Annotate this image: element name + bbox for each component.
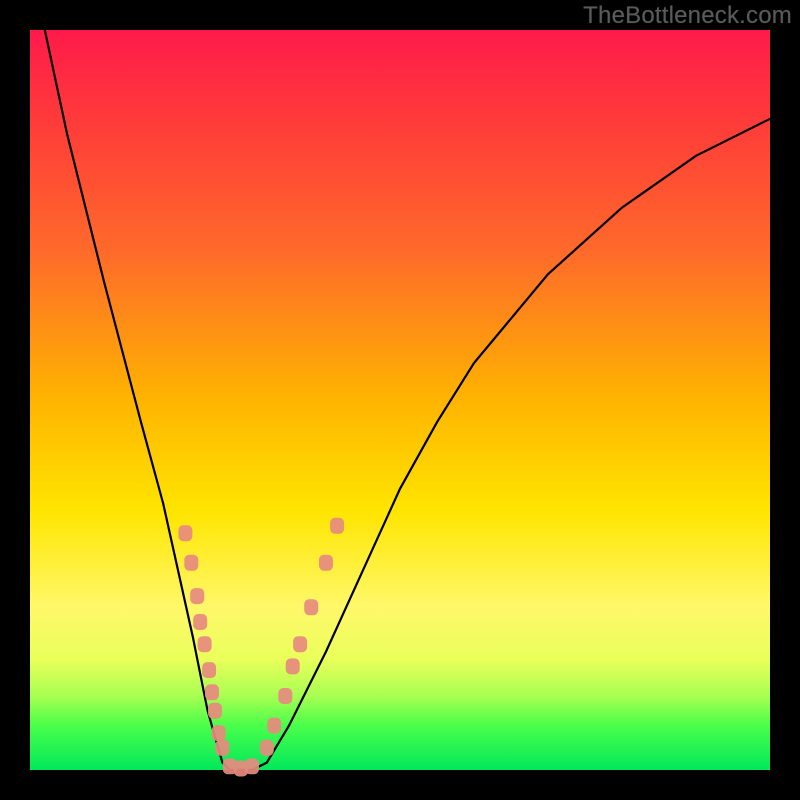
marker-point bbox=[293, 636, 307, 652]
marker-point bbox=[178, 525, 192, 541]
marker-point bbox=[330, 518, 344, 534]
marker-point bbox=[202, 662, 216, 678]
bottleneck-curve-path bbox=[45, 30, 770, 770]
curve-svg bbox=[30, 30, 770, 770]
marker-point bbox=[212, 725, 226, 741]
marker-point bbox=[184, 555, 198, 571]
marker-point bbox=[190, 588, 204, 604]
marker-point bbox=[208, 703, 222, 719]
marker-point bbox=[267, 718, 281, 734]
marker-point bbox=[215, 740, 229, 756]
marker-point bbox=[319, 555, 333, 571]
marker-point bbox=[278, 688, 292, 704]
marker-point bbox=[260, 740, 274, 756]
marker-point bbox=[245, 758, 259, 774]
marker-point bbox=[304, 599, 318, 615]
marker-point bbox=[193, 614, 207, 630]
plot-area bbox=[30, 30, 770, 770]
marker-point bbox=[198, 636, 212, 652]
marker-point bbox=[286, 658, 300, 674]
watermark-text: TheBottleneck.com bbox=[583, 2, 792, 30]
chart-frame: TheBottleneck.com bbox=[0, 0, 800, 800]
marker-point bbox=[205, 684, 219, 700]
curve-markers bbox=[178, 518, 344, 777]
